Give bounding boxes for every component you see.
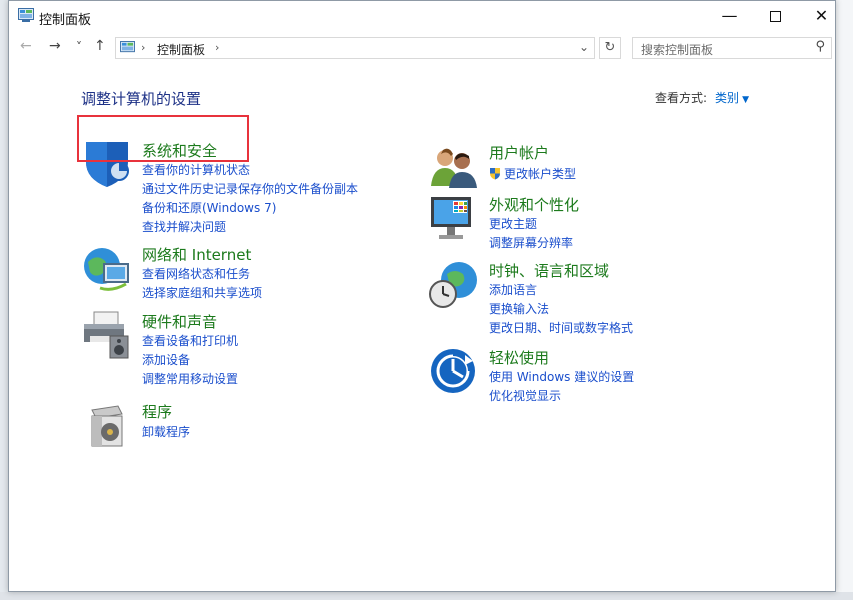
- control-panel-content: 调整计算机的设置 查看方式: 类别 ▼ 系统和安全 查看你的计算机状态 通过文件历史…: [9, 63, 835, 591]
- category-link[interactable]: 查看设备和打印机: [142, 332, 238, 349]
- category-ease-of-access: 轻松使用 使用 Windows 建议的设置 优化视觉显示: [429, 347, 759, 407]
- control-panel-window: 控制面板 — ✕ ← → ˅ ↑ › 控制面板 › ⌄ ↻ 搜索控制面板 ⚲ 调…: [8, 0, 836, 592]
- chevron-down-icon[interactable]: ⌄: [579, 40, 589, 54]
- desktop-background-bottom: [0, 592, 853, 600]
- category-network-internet: 网络和 Internet 查看网络状态和任务 选择家庭组和共享选项: [82, 244, 382, 304]
- forward-button[interactable]: →: [49, 38, 61, 54]
- view-by: 查看方式: 类别 ▼: [655, 89, 749, 106]
- category-link[interactable]: 更改帐户类型: [504, 165, 576, 182]
- category-title[interactable]: 外观和个性化: [489, 194, 579, 215]
- category-link[interactable]: 添加设备: [142, 351, 190, 368]
- programs-box-icon: [91, 405, 123, 447]
- desktop-background-left: [0, 0, 8, 600]
- uac-shield-icon: [489, 165, 501, 180]
- title-bar[interactable]: 控制面板 — ✕: [9, 1, 835, 33]
- window-title: 控制面板: [39, 13, 92, 28]
- clock-globe-icon: [429, 262, 477, 308]
- category-link[interactable]: 查找并解决问题: [142, 218, 226, 235]
- category-clock-language-region: 时钟、语言和区域 添加语言 更换输入法 更改日期、时间或数字格式: [429, 260, 759, 340]
- page-title: 调整计算机的设置: [81, 90, 202, 108]
- minimize-button[interactable]: —: [707, 1, 752, 31]
- breadcrumb-separator-icon[interactable]: ›: [141, 41, 145, 54]
- category-link[interactable]: 通过文件历史记录保存你的文件备份副本: [142, 180, 358, 197]
- category-title[interactable]: 程序: [142, 401, 172, 422]
- category-link[interactable]: 添加语言: [489, 281, 537, 298]
- caret-down-icon[interactable]: ▼: [742, 95, 749, 105]
- refresh-button[interactable]: ↻: [599, 37, 621, 59]
- desktop-background-right: [836, 0, 853, 600]
- category-user-accounts: 用户帐户 更改帐户类型: [429, 142, 729, 192]
- breadcrumb-separator-icon[interactable]: ›: [215, 41, 219, 54]
- category-link[interactable]: 备份和还原(Windows 7): [142, 199, 276, 216]
- view-by-label: 查看方式:: [655, 91, 708, 105]
- search-input[interactable]: 搜索控制面板 ⚲: [632, 37, 832, 59]
- category-link[interactable]: 更换输入法: [489, 300, 549, 317]
- category-link[interactable]: 使用 Windows 建议的设置: [489, 368, 634, 385]
- control-panel-icon: [18, 8, 34, 22]
- maximize-icon: [770, 11, 781, 22]
- category-title[interactable]: 轻松使用: [489, 347, 549, 368]
- category-title[interactable]: 硬件和声音: [142, 311, 217, 332]
- search-placeholder: 搜索控制面板: [641, 43, 714, 57]
- up-button[interactable]: ↑: [94, 38, 106, 54]
- category-title[interactable]: 用户帐户: [489, 142, 549, 163]
- address-bar[interactable]: › 控制面板 › ⌄: [115, 37, 595, 59]
- category-programs: 程序 卸载程序: [82, 400, 382, 450]
- breadcrumb-control-panel[interactable]: 控制面板: [157, 41, 205, 58]
- highlight-annotation-box: [77, 115, 249, 162]
- minimize-icon: —: [721, 6, 738, 25]
- category-link[interactable]: 更改主题: [489, 215, 537, 232]
- control-panel-icon: [120, 41, 135, 53]
- category-link[interactable]: 卸载程序: [142, 423, 190, 440]
- category-link[interactable]: 调整屏幕分辨率: [489, 234, 573, 251]
- category-hardware-sound: 硬件和声音 查看设备和打印机 添加设备 调整常用移动设置: [82, 310, 382, 390]
- category-link[interactable]: 更改日期、时间或数字格式: [489, 319, 633, 336]
- close-icon: ✕: [814, 6, 829, 25]
- category-title[interactable]: 网络和 Internet: [142, 244, 251, 265]
- category-title[interactable]: 时钟、语言和区域: [489, 260, 609, 281]
- ease-of-access-icon: [431, 349, 475, 393]
- category-appearance-personalization: 外观和个性化 更改主题 调整屏幕分辨率: [429, 193, 729, 253]
- navigation-bar: ← → ˅ ↑ › 控制面板 › ⌄ ↻ 搜索控制面板 ⚲: [9, 34, 835, 62]
- maximize-button[interactable]: [753, 1, 798, 31]
- category-link[interactable]: 优化视觉显示: [489, 387, 561, 404]
- category-link[interactable]: 查看网络状态和任务: [142, 265, 250, 282]
- printer-speaker-icon: [84, 311, 129, 359]
- users-icon: [431, 148, 477, 188]
- recent-locations-button[interactable]: ˅: [76, 40, 82, 54]
- monitor-icon: [431, 197, 471, 239]
- category-link[interactable]: 调整常用移动设置: [142, 370, 238, 387]
- network-globe-icon: [84, 248, 129, 291]
- close-button[interactable]: ✕: [799, 1, 835, 31]
- category-link[interactable]: 查看你的计算机状态: [142, 161, 250, 178]
- refresh-icon: ↻: [604, 40, 616, 55]
- category-link[interactable]: 选择家庭组和共享选项: [142, 284, 262, 301]
- back-button[interactable]: ←: [20, 38, 32, 54]
- search-icon[interactable]: ⚲: [815, 39, 825, 54]
- view-by-dropdown[interactable]: 类别: [715, 91, 739, 105]
